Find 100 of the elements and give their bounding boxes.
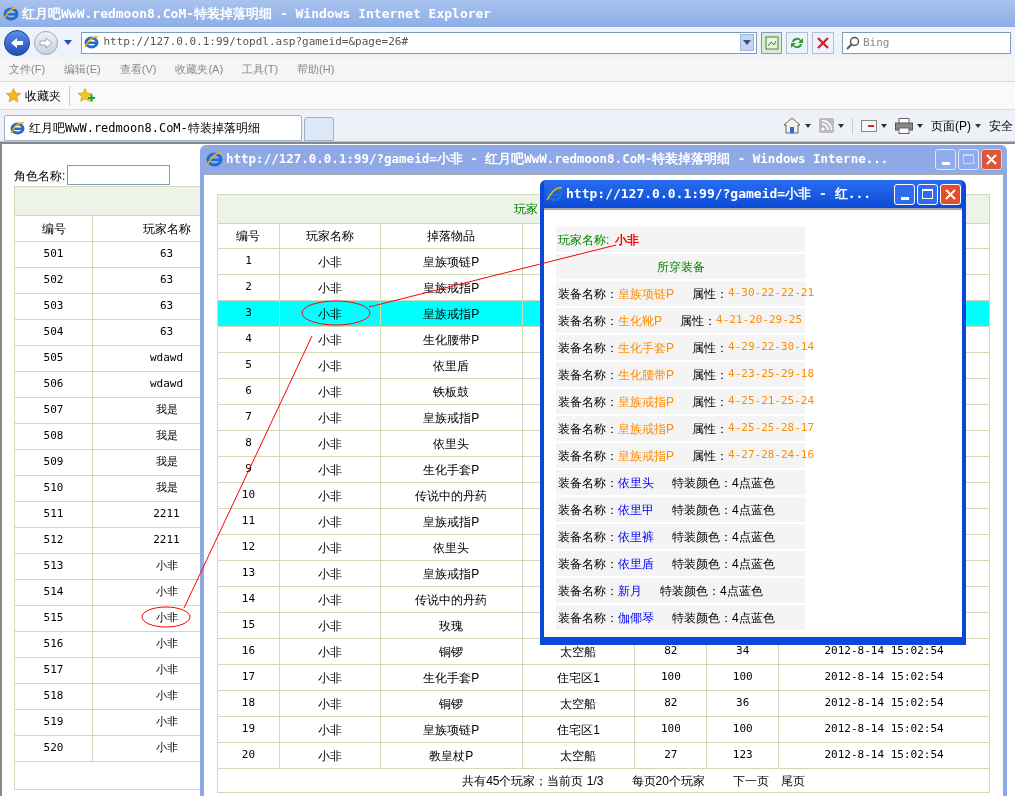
table-cell: 皇族戒指P bbox=[380, 560, 523, 587]
printer-icon bbox=[895, 117, 913, 134]
table-cell: 518 bbox=[14, 683, 93, 710]
field-label: 玩家名称: bbox=[558, 231, 610, 249]
table-cell: 503 bbox=[14, 293, 93, 320]
address-field[interactable]: http://127.0.0.1:99/topdl.asp?gameid=&page=26# bbox=[81, 31, 757, 54]
field-label: 装备名称： bbox=[558, 555, 618, 573]
table-cell: 生化腰带P bbox=[380, 326, 523, 353]
table-cell: 小非 bbox=[279, 534, 381, 561]
print-button[interactable] bbox=[895, 117, 923, 134]
field-label: 装备名称： bbox=[558, 609, 618, 627]
table-row[interactable]: 17 小非 生化手套P 住宅区1 100 100 2012-8-14 15:02:54 bbox=[217, 664, 990, 691]
table-cell: 9 bbox=[217, 456, 280, 483]
table-cell: 100 bbox=[706, 664, 779, 691]
table-cell: 1 bbox=[217, 248, 280, 275]
safety-menu-button[interactable]: 安全 bbox=[989, 116, 1013, 135]
table-cell: 生化手套P bbox=[380, 456, 523, 483]
compatibility-button[interactable] bbox=[760, 31, 783, 54]
table-cell: 510 bbox=[14, 475, 93, 502]
add-favorite-button[interactable] bbox=[78, 87, 95, 104]
table-cell: 小非 bbox=[279, 612, 381, 639]
caret-icon bbox=[805, 123, 811, 128]
table-cell: 8 bbox=[217, 430, 280, 457]
field-label: 装备名称： bbox=[558, 474, 618, 492]
close-button[interactable] bbox=[981, 148, 1002, 170]
equipment-name: 生化腰带P bbox=[618, 366, 674, 384]
table-cell: 小非 bbox=[279, 664, 381, 691]
star-plus-icon bbox=[78, 87, 95, 104]
page-menu-button[interactable]: 页面(P) bbox=[931, 116, 981, 135]
forward-arrow-icon bbox=[38, 36, 53, 49]
table-cell: 515 bbox=[14, 605, 93, 632]
favorites-button[interactable]: 收藏夹 bbox=[6, 86, 61, 105]
name-input-field[interactable] bbox=[67, 165, 171, 185]
feed-icon bbox=[819, 118, 834, 133]
pagination-link[interactable]: 尾页 bbox=[780, 771, 805, 790]
mail-button[interactable] bbox=[861, 119, 887, 132]
search-field[interactable]: Bing bbox=[842, 31, 1011, 54]
field-value: 4-23-25-29-18 bbox=[728, 366, 815, 383]
table-cell: 123 bbox=[706, 742, 779, 769]
stop-button[interactable] bbox=[812, 31, 834, 54]
table-cell: 4 bbox=[217, 326, 280, 353]
refresh-icon bbox=[790, 35, 805, 50]
field-value: 4点蓝色 bbox=[732, 501, 775, 519]
pagination-link[interactable]: 下一页 bbox=[732, 771, 769, 790]
field-value: 4点蓝色 bbox=[732, 609, 775, 627]
table-cell: 玫瑰 bbox=[380, 612, 523, 639]
field-label: 属性： bbox=[692, 285, 728, 303]
table-cell: 502 bbox=[14, 267, 93, 294]
table-cell: 传说中的丹药 bbox=[380, 482, 523, 509]
table-cell: 100 bbox=[634, 664, 707, 691]
refresh-button[interactable] bbox=[786, 31, 809, 54]
field-label: 属性： bbox=[692, 366, 728, 384]
table-cell: 铜锣 bbox=[380, 638, 523, 665]
field-value: 4点蓝色 bbox=[732, 528, 775, 546]
home-icon bbox=[783, 117, 801, 134]
equipment-name: 依里盾 bbox=[618, 555, 654, 573]
table-row[interactable]: 18 小非 铜锣 太空船 82 36 2012-8-14 15:02:54 bbox=[217, 690, 990, 717]
table-cell: 506 bbox=[14, 371, 93, 398]
browser-tab[interactable]: 红月吧WwW.redmoon8.CoM-特装掉落明细 bbox=[4, 115, 302, 141]
field-label: 特装颜色： bbox=[672, 609, 732, 627]
field-value: 4-29-22-30-14 bbox=[728, 339, 815, 356]
table-row[interactable]: 19 小非 皇族项链P 住宅区1 100 100 2012-8-14 15:02:54 bbox=[217, 716, 990, 743]
field-value: 4-30-22-22-21 bbox=[728, 285, 815, 302]
search-icon bbox=[846, 35, 860, 50]
table-cell: 依里头 bbox=[380, 534, 523, 561]
section-heading: 所穿装备 bbox=[656, 258, 705, 276]
table-cell: 小非 bbox=[279, 638, 381, 665]
table-cell: 皇族戒指P bbox=[380, 404, 523, 431]
caret-icon bbox=[917, 123, 923, 128]
table-cell: 铜锣 bbox=[380, 690, 523, 717]
feeds-button[interactable] bbox=[819, 118, 844, 133]
table-row[interactable]: 20 小非 教皇杖P 太空船 27 123 2012-8-14 15:02:54 bbox=[217, 742, 990, 769]
equipment-name: 皇族项链P bbox=[618, 285, 674, 303]
field-value: 4点蓝色 bbox=[732, 474, 775, 492]
equipment-name: 皇族戒指P bbox=[618, 393, 674, 411]
table-cell: 皇族戒指P bbox=[380, 300, 523, 327]
table-cell: 7 bbox=[217, 404, 280, 431]
home-button[interactable] bbox=[783, 117, 811, 134]
table-cell: 小非 bbox=[279, 508, 381, 535]
field-label: 装备名称： bbox=[558, 312, 618, 330]
table-cell: 3 bbox=[217, 300, 280, 327]
field-label: 属性： bbox=[692, 393, 728, 411]
table-cell: 小非 bbox=[279, 404, 381, 431]
table-cell: 皇族戒指P bbox=[380, 508, 523, 535]
back-button[interactable] bbox=[4, 29, 30, 56]
field-label: 特装颜色： bbox=[672, 501, 732, 519]
table-cell: 82 bbox=[634, 690, 707, 717]
table-cell: 6 bbox=[217, 378, 280, 405]
equipment-name: 皇族戒指P bbox=[618, 447, 674, 465]
table-cell: 小非 bbox=[279, 326, 381, 353]
table-cell: 小非 bbox=[279, 352, 381, 379]
table-cell: 519 bbox=[14, 709, 93, 736]
field-label: 装备名称： bbox=[558, 447, 618, 465]
table-cell: 18 bbox=[217, 690, 280, 717]
field-label: 装备名称： bbox=[558, 339, 618, 357]
table-cell: 小非 bbox=[279, 742, 381, 769]
table-cell: 小非 bbox=[279, 716, 381, 743]
field-label: 装备名称： bbox=[558, 393, 618, 411]
equipment-name: 依里甲 bbox=[618, 501, 654, 519]
table-cell: 514 bbox=[14, 579, 93, 606]
